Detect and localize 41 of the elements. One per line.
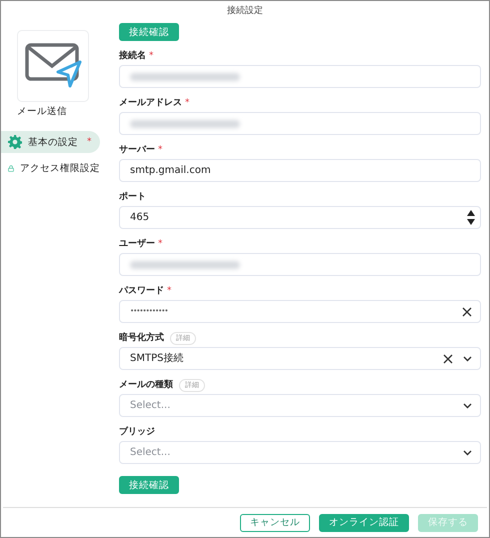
envelope-send-icon [24, 42, 82, 90]
number-field[interactable]: 465 [119, 206, 481, 229]
field-label: メールの種類 [119, 380, 173, 391]
field-label: ブリッジ [119, 427, 155, 438]
sidebar-item[interactable]: アクセス権限設定 [1, 157, 100, 180]
input-field[interactable] [119, 112, 481, 135]
field-label: メールアドレス [119, 98, 182, 109]
select-field[interactable]: SMTPS接続 [119, 347, 481, 370]
decrement-icon[interactable] [467, 219, 475, 225]
connection-test-button[interactable]: 接続確認 [119, 23, 179, 41]
chevron-down-icon[interactable] [463, 356, 472, 362]
input-field[interactable]: smtp.gmail.com [119, 159, 481, 182]
footer-button[interactable]: オンライン認証 [319, 514, 409, 532]
required-mark: * [158, 239, 162, 250]
required-mark: * [87, 136, 92, 148]
sidebar-item[interactable]: 基本の設定 * [1, 131, 100, 154]
field-label: ポート [119, 192, 146, 203]
field-label: ユーザー [119, 239, 155, 250]
chevron-down-icon[interactable] [463, 450, 472, 456]
field-label: パスワード [119, 286, 164, 297]
required-mark: * [185, 98, 190, 109]
app-name: メール送信 [17, 106, 68, 118]
field-label: サーバー [119, 145, 155, 156]
field-label: 暗号化方式 [119, 333, 164, 344]
chevron-down-icon[interactable] [463, 402, 472, 408]
connection-test-button[interactable]: 接続確認 [119, 476, 179, 494]
required-mark: * [167, 286, 172, 297]
input-field[interactable] [119, 65, 481, 88]
footer-button[interactable]: キャンセル [240, 514, 310, 532]
spin-buttons[interactable] [467, 210, 475, 225]
required-mark: * [149, 51, 154, 62]
field-label: 接続名 [119, 51, 146, 62]
input-field[interactable] [119, 253, 481, 276]
select-field[interactable]: Select... [119, 394, 481, 417]
window-title: 接続設定 [226, 4, 264, 18]
select-field[interactable]: Select... [119, 441, 481, 464]
required-mark: * [158, 145, 162, 156]
clear-icon[interactable] [462, 306, 472, 316]
clear-icon[interactable] [443, 354, 453, 364]
increment-icon[interactable] [467, 210, 475, 216]
gear-icon [8, 135, 22, 150]
